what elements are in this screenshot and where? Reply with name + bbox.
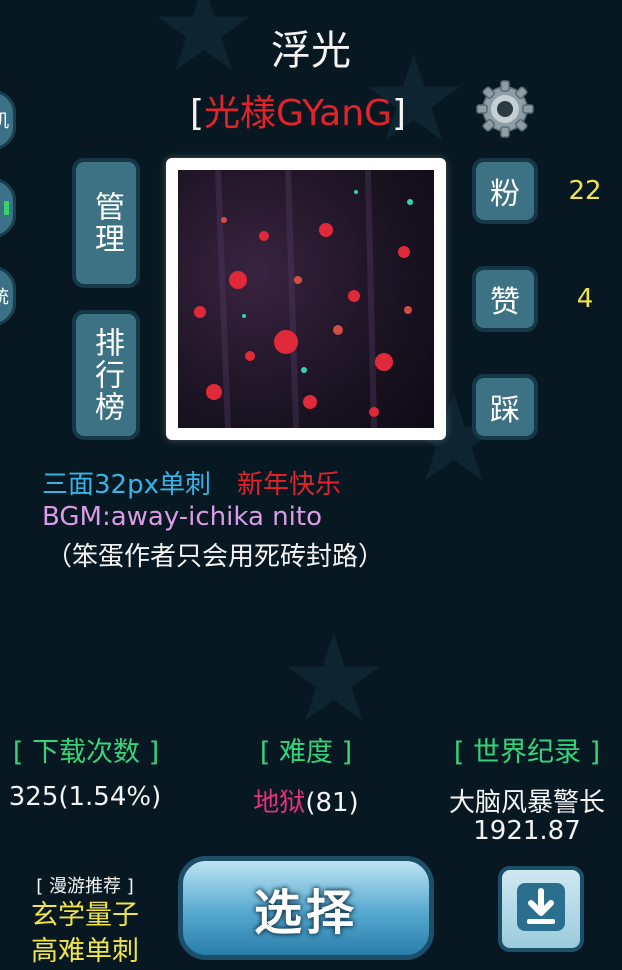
level-thumbnail-frame[interactable] [166, 158, 446, 440]
side-button-label: 机 [0, 107, 9, 133]
world-record-header: [ 世界纪录 ] [453, 737, 601, 768]
side-button-3[interactable]: 统 [0, 266, 16, 326]
gear-icon[interactable] [474, 78, 536, 140]
downloads-header: [ 下载次数 ] [12, 737, 160, 768]
difficulty-value: 地狱(81) [226, 782, 386, 819]
roam-line-2: 高难单刺 [31, 936, 139, 967]
manage-button-label: 管理 [89, 191, 124, 255]
description-part-a: 三面32px单刺 [42, 470, 211, 500]
description-part-b: 新年快乐 [236, 470, 341, 500]
description-line-1: 三面32px单刺 新年快乐 [42, 464, 341, 501]
roam-line-1: 玄学量子 [31, 900, 139, 931]
roam-recommendation[interactable]: [ 漫游推荐 ] 玄学量子 高难单刺 [0, 872, 170, 970]
level-thumbnail [178, 170, 434, 428]
description-line-2: BGM:away-ichika nito [42, 502, 322, 532]
level-title: 浮光 [271, 28, 351, 74]
dislike-button[interactable]: 踩 [472, 374, 538, 440]
like-button[interactable]: 赞 [472, 266, 538, 332]
author-name: 光様GYanG [204, 93, 392, 134]
difficulty-header: [ 难度 ] [259, 737, 353, 768]
like-button-label: 赞 [490, 285, 520, 320]
roam-header: [ 漫游推荐 ] [36, 876, 134, 897]
ranking-button[interactable]: 排行榜 [72, 310, 140, 440]
world-record-holder[interactable]: 大脑风暴警长 [434, 782, 620, 819]
description-line-3: （笨蛋作者只会用死砖封路） [46, 542, 385, 572]
fans-count: 22 [568, 176, 602, 206]
ranking-button-label: 排行榜 [89, 327, 124, 423]
side-button-label: 统 [0, 283, 9, 309]
fans-button[interactable]: 粉 [472, 158, 538, 224]
background-star: ★ [280, 610, 388, 749]
fans-button-label: 粉 [490, 177, 520, 212]
download-icon [513, 879, 569, 939]
green-bar-icon [4, 201, 9, 215]
side-button-2[interactable] [0, 178, 16, 238]
downloads-value: 325(1.54%) [8, 782, 162, 812]
author-bracket-open: [ [190, 93, 205, 134]
side-button-1[interactable]: 机 [0, 90, 16, 150]
author-label[interactable]: [光様GYanG] [190, 84, 406, 136]
select-button[interactable]: 选择 [178, 856, 434, 960]
author-bracket-close: ] [391, 93, 407, 134]
download-button[interactable] [498, 866, 584, 952]
manage-button[interactable]: 管理 [72, 158, 140, 288]
dislike-button-label: 踩 [490, 393, 520, 428]
difficulty-name: 地狱 [253, 788, 306, 818]
select-button-label: 选择 [253, 885, 358, 941]
difficulty-score: (81) [305, 788, 359, 818]
like-count: 4 [576, 284, 594, 314]
world-record-time: 1921.87 [473, 816, 581, 846]
